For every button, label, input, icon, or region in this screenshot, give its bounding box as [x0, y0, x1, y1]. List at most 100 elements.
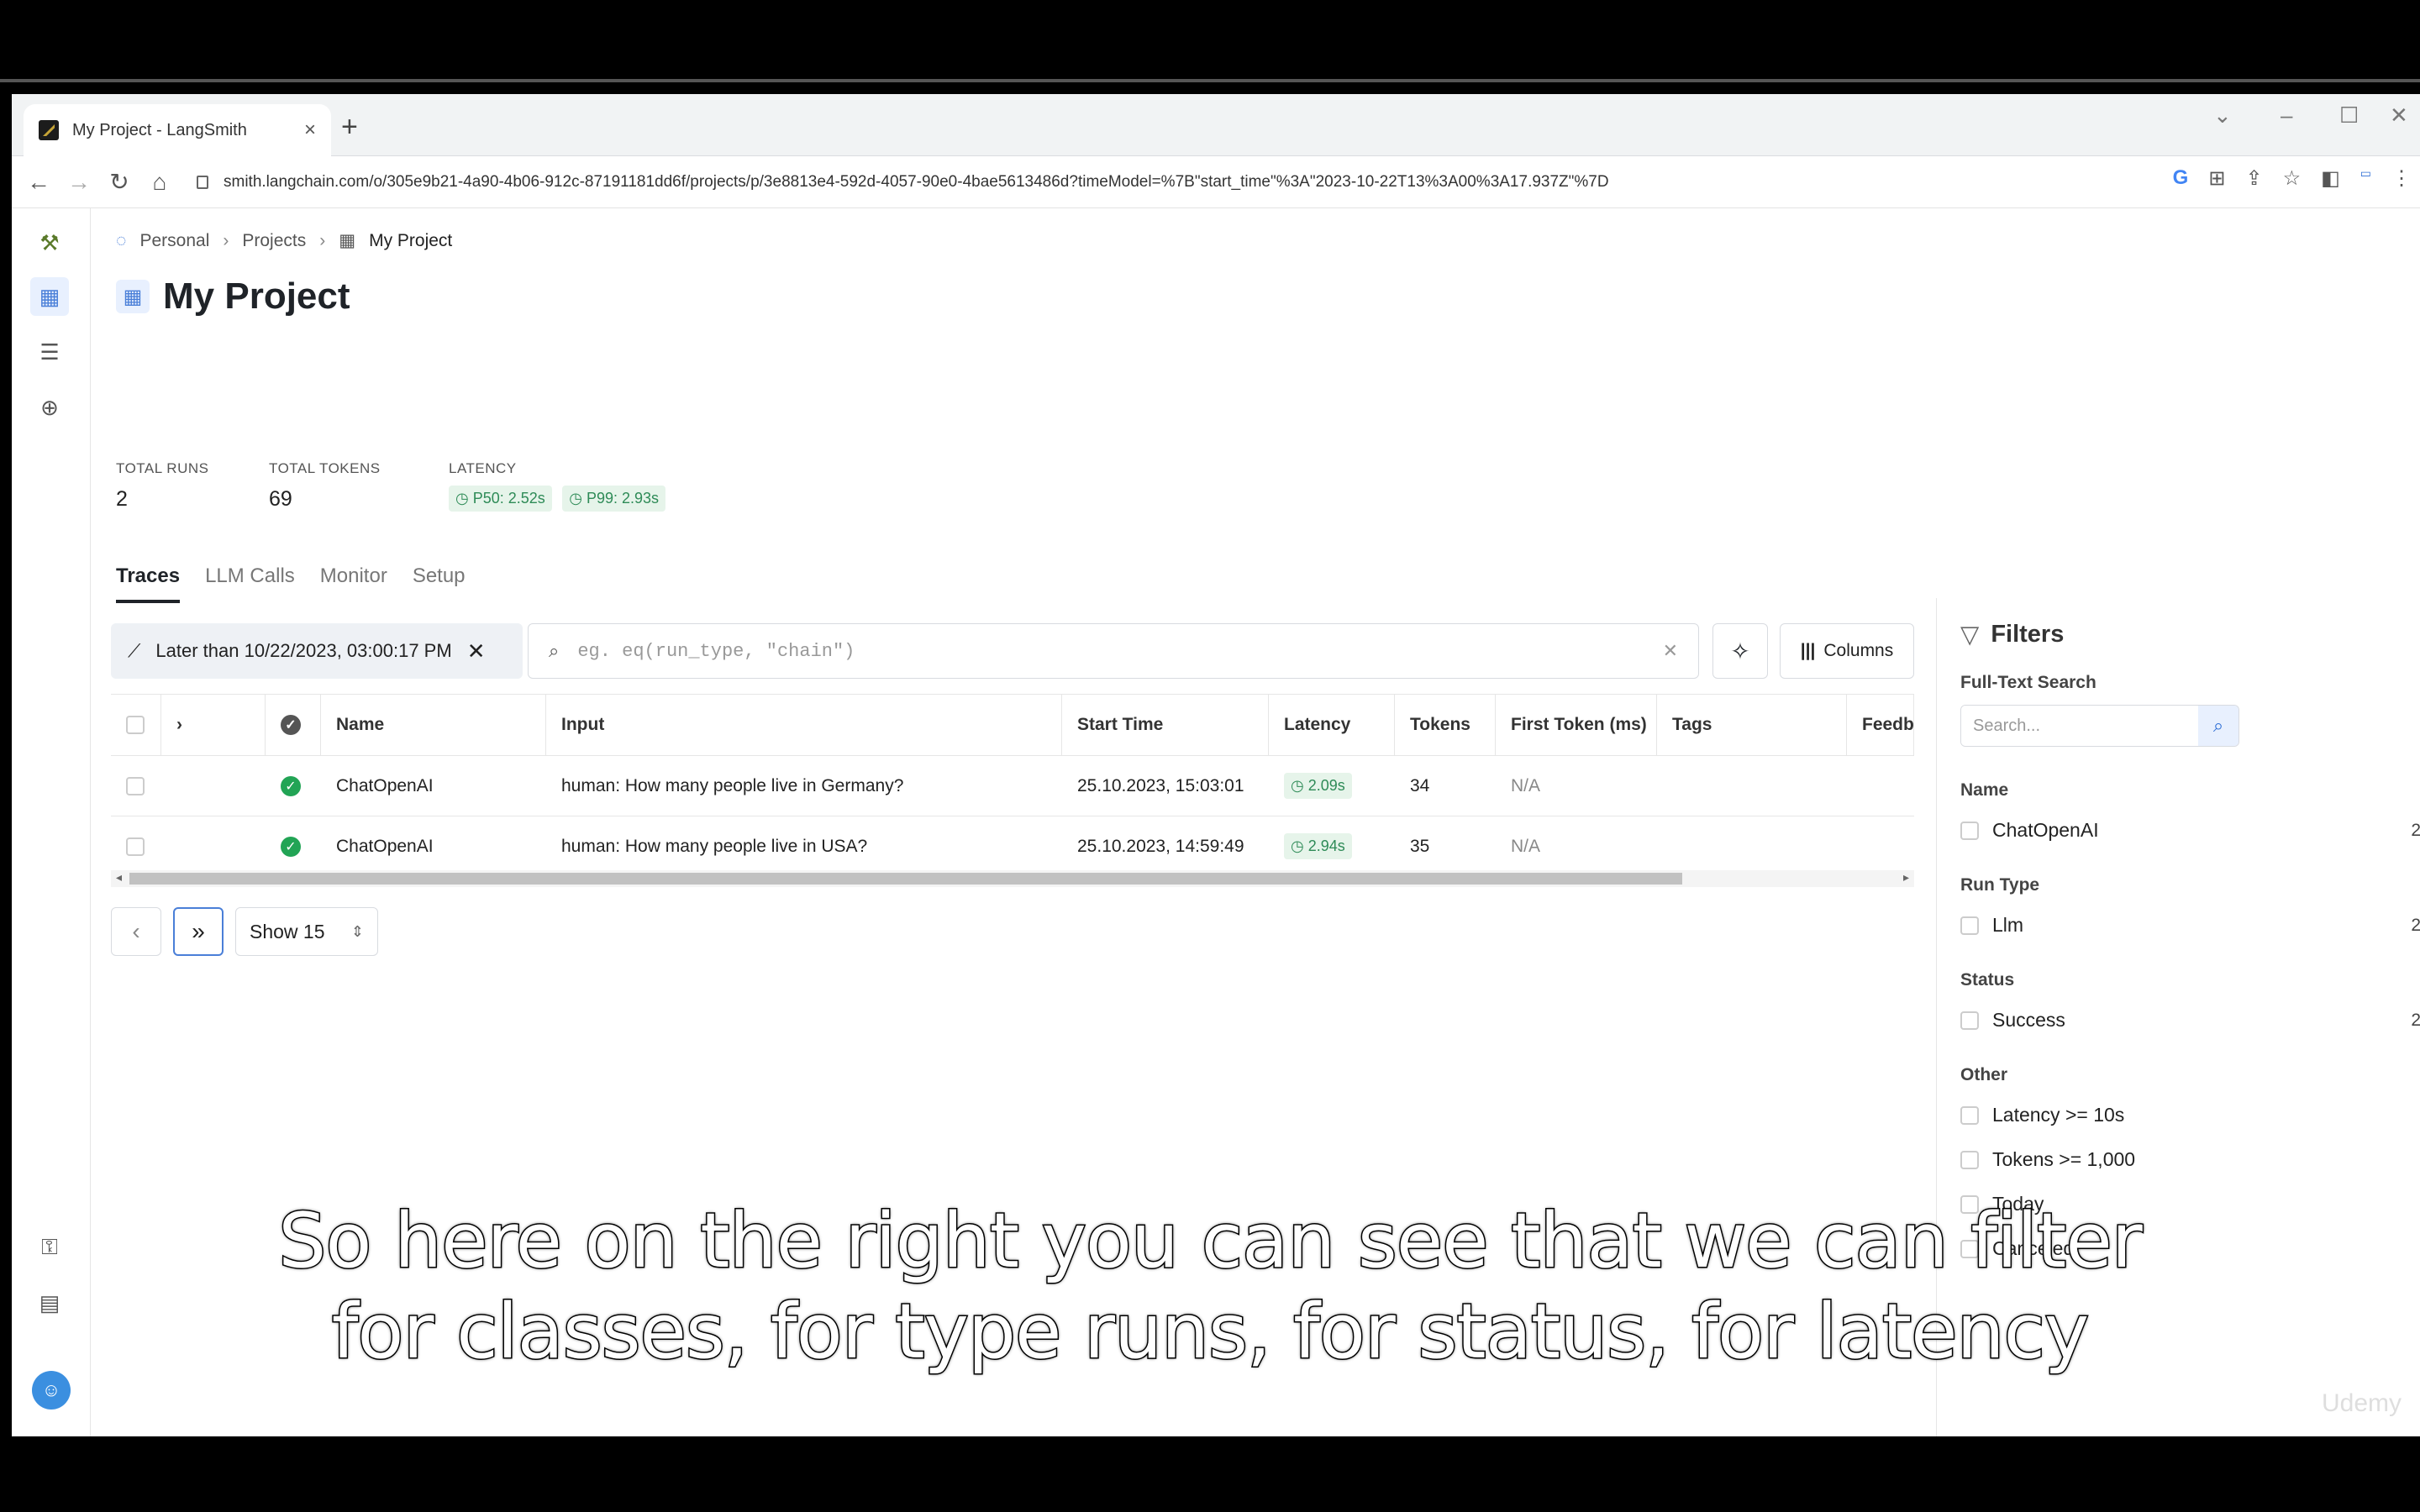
- run-latency: ◷ 2.09s: [1269, 756, 1395, 816]
- stat-label: TOTAL TOKENS: [269, 460, 381, 476]
- tab-traces[interactable]: Traces: [116, 564, 181, 603]
- column-header[interactable]: Latency: [1269, 695, 1395, 755]
- url-text: smith.langchain.com/o/305e9b21-4a90-4b06…: [224, 173, 1609, 191]
- tab-setup[interactable]: Setup: [413, 564, 466, 603]
- udemy-watermark: Udemy: [2321, 1389, 2402, 1417]
- reload-icon[interactable]: ↻: [99, 168, 139, 196]
- share-icon[interactable]: ⇪: [2245, 166, 2262, 191]
- horizontal-scrollbar[interactable]: ◂ ▸: [111, 870, 1914, 887]
- datasets-icon[interactable]: ☰: [30, 333, 69, 371]
- filter-checkbox[interactable]: [1960, 1150, 1979, 1169]
- select-all-checkbox[interactable]: [126, 716, 145, 734]
- column-header[interactable]: Tags: [1657, 695, 1847, 755]
- breadcrumb-projects[interactable]: Projects: [242, 231, 306, 251]
- search-icon[interactable]: ⌕: [2198, 706, 2238, 746]
- langsmith-favicon-icon: [39, 120, 59, 140]
- fulltext-search-input[interactable]: [1961, 706, 2198, 746]
- tab-llm-calls[interactable]: LLM Calls: [205, 564, 295, 603]
- scroll-right-icon[interactable]: ▸: [1903, 870, 1909, 885]
- hub-globe-icon[interactable]: ⊕: [30, 388, 69, 427]
- column-header[interactable]: Tokens: [1395, 695, 1496, 755]
- tab-close-icon[interactable]: ×: [304, 118, 316, 142]
- filter-checkbox[interactable]: [1960, 821, 1979, 840]
- google-icon[interactable]: G: [2173, 166, 2189, 191]
- filter-option-status[interactable]: Success 2: [1960, 1009, 2420, 1032]
- query-input[interactable]: [577, 640, 1644, 662]
- table-row[interactable]: ✓ ChatOpenAI human: How many people live…: [111, 756, 1914, 816]
- run-tokens: 34: [1410, 775, 1430, 795]
- filter-option-latency[interactable]: Latency >= 10s: [1960, 1104, 2420, 1126]
- magic-wand-icon: ✧: [1730, 638, 1750, 664]
- column-header[interactable]: Feedb: [1847, 695, 1914, 755]
- breadcrumb-personal[interactable]: Personal: [139, 231, 209, 251]
- close-window-icon[interactable]: ✕: [2390, 102, 2408, 129]
- tab-monitor[interactable]: Monitor: [320, 564, 387, 603]
- expand-all-cell[interactable]: ›: [161, 695, 266, 755]
- translate-icon[interactable]: ⊞: [2208, 166, 2225, 191]
- scrollbar-thumb[interactable]: [129, 873, 1682, 885]
- row-checkbox[interactable]: [126, 837, 145, 856]
- fulltext-search-label: Full-Text Search: [1960, 673, 2096, 692]
- chevron-right-icon[interactable]: ›: [176, 715, 182, 735]
- filter-section-name: Name: [1960, 780, 2009, 800]
- breadcrumb-current: My Project: [369, 230, 453, 250]
- latency-badge: ◷ 2.94s: [1284, 833, 1352, 859]
- filter-checkbox[interactable]: [1960, 1105, 1979, 1125]
- run-tags: [1657, 756, 1847, 816]
- time-filter-chip[interactable]: ⟋ Later than 10/22/2023, 03:00:17 PM ✕: [111, 623, 523, 679]
- success-check-icon: ✓: [281, 836, 301, 857]
- run-tokens: 35: [1410, 836, 1430, 856]
- page-size-label: Show 15: [250, 920, 325, 942]
- bookmark-star-icon[interactable]: ☆: [2283, 166, 2302, 191]
- maximize-icon[interactable]: ☐: [2339, 102, 2359, 129]
- remove-filter-icon[interactable]: ✕: [467, 638, 486, 664]
- column-header[interactable]: Input: [546, 695, 1062, 755]
- side-panel-icon[interactable]: ◧: [2321, 166, 2340, 191]
- extension-icon[interactable]: ▭: [2360, 166, 2371, 191]
- table-row[interactable]: ✓ ChatOpenAI human: How many people live…: [111, 816, 1914, 877]
- new-tab-button[interactable]: +: [341, 111, 358, 144]
- filter-checkbox[interactable]: [1960, 1011, 1979, 1030]
- address-bar[interactable]: smith.langchain.com/o/305e9b21-4a90-4b06…: [197, 163, 2129, 202]
- row-checkbox[interactable]: [126, 776, 145, 795]
- browser-tab[interactable]: My Project - LangSmith ×: [24, 104, 331, 156]
- page-size-select[interactable]: Show 15 ⇕: [235, 907, 378, 956]
- ai-query-button[interactable]: ✧: [1712, 623, 1768, 679]
- filter-section-status: Status: [1960, 970, 2015, 990]
- status-cell: ✓: [266, 756, 321, 816]
- clear-query-icon[interactable]: ✕: [1663, 640, 1678, 662]
- home-icon[interactable]: ⌂: [139, 169, 180, 196]
- status-cell: ✓: [266, 816, 321, 876]
- column-header[interactable]: First Token (ms): [1496, 695, 1657, 755]
- row-select-cell: [111, 816, 161, 876]
- filter-option-tokens[interactable]: Tokens >= 1,000: [1960, 1148, 2420, 1171]
- projects-grid-icon[interactable]: ▦: [30, 277, 69, 316]
- stat-label: TOTAL RUNS: [116, 460, 209, 476]
- filter-checkbox[interactable]: [1960, 916, 1979, 935]
- menu-kebab-icon[interactable]: ⋮: [2391, 166, 2412, 191]
- filter-option-count: 2: [2411, 820, 2420, 840]
- scroll-left-icon[interactable]: ◂: [116, 870, 122, 885]
- column-header[interactable]: Start Time: [1062, 695, 1269, 755]
- back-icon[interactable]: ←: [18, 169, 59, 196]
- stat-total-tokens: TOTAL TOKENS 69: [269, 460, 381, 512]
- double-chevron-right-icon: »: [192, 918, 205, 944]
- run-input: human: How many people live in Germany?: [561, 775, 904, 795]
- columns-button[interactable]: ||| Columns: [1780, 623, 1914, 679]
- run-tags: [1657, 816, 1847, 876]
- p50-badge: ◷ P50: 2.52s: [449, 486, 552, 512]
- filter-option-name[interactable]: ChatOpenAI 2: [1960, 819, 2420, 842]
- prev-page-button[interactable]: ‹: [111, 907, 161, 956]
- minimize-icon[interactable]: –: [2281, 102, 2292, 129]
- filter-option-run-type[interactable]: Llm 2: [1960, 914, 2420, 937]
- column-header[interactable]: Name: [321, 695, 546, 755]
- forward-icon[interactable]: →: [59, 169, 99, 196]
- search-icon: ⌕: [549, 640, 560, 661]
- filter-option-label: ChatOpenAI: [1992, 819, 2099, 841]
- tab-search-icon[interactable]: ⌄: [2213, 102, 2232, 129]
- next-page-button[interactable]: »: [173, 907, 224, 956]
- langsmith-logo-icon[interactable]: ⚒: [30, 223, 69, 262]
- fulltext-search: ⌕: [1960, 705, 2239, 747]
- project-grid-icon: ▦: [339, 231, 356, 250]
- lock-icon: [197, 176, 208, 189]
